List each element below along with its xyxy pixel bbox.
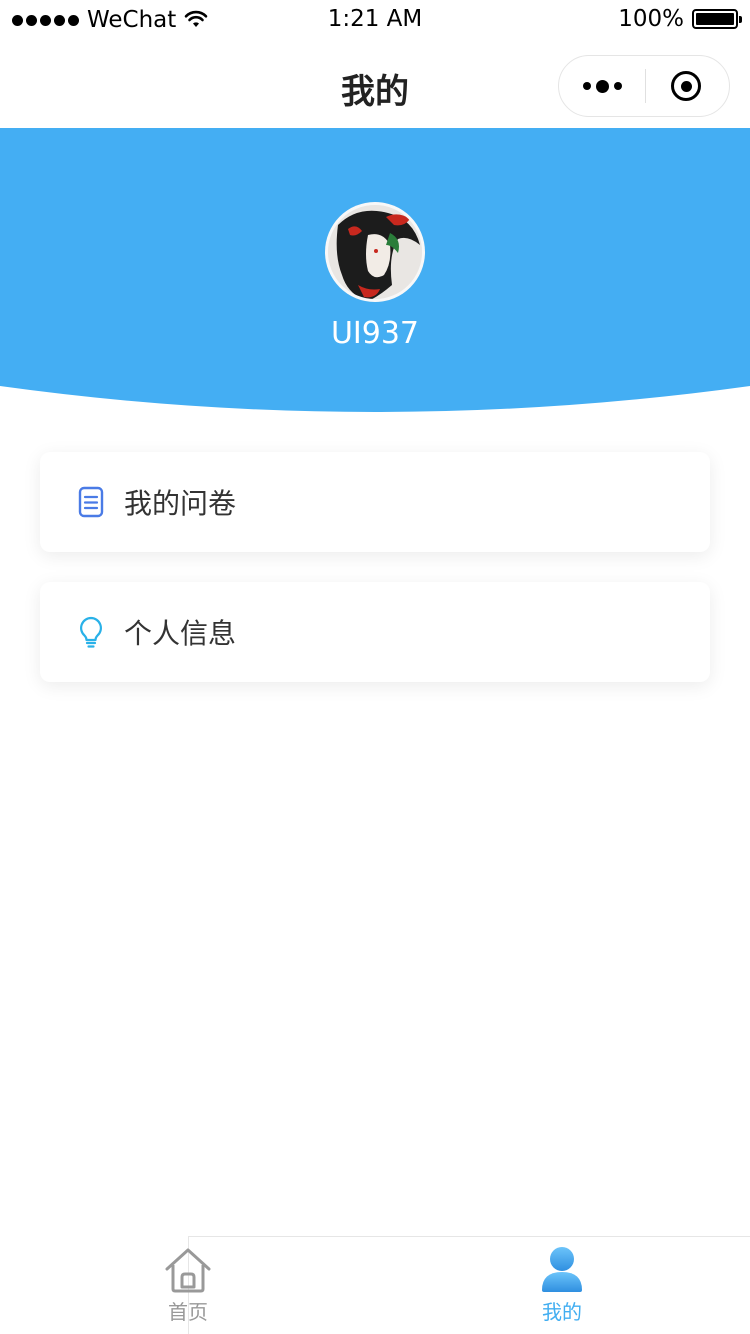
menu-item-my-questionnaires[interactable]: 我的问卷 [40, 452, 710, 552]
menu-item-label: 我的问卷 [124, 487, 237, 520]
close-miniprogram-button[interactable] [643, 56, 729, 116]
more-icon-dot [595, 79, 609, 93]
navigation-bar: 我的 [0, 40, 750, 128]
menu-item-personal-info[interactable]: 个人信息 [40, 582, 710, 682]
battery-percent: 100% [618, 6, 684, 32]
tab-label: 我的 [542, 1300, 582, 1324]
tab-home[interactable]: 首页 [138, 1246, 238, 1332]
menu-item-label: 个人信息 [124, 617, 237, 650]
tab-label: 首页 [168, 1300, 208, 1324]
home-icon [163, 1246, 213, 1294]
profile-header: UI937 [0, 128, 750, 418]
battery-icon [692, 9, 742, 29]
more-icon-dot [613, 82, 622, 90]
tab-mine[interactable]: 我的 [512, 1246, 612, 1332]
username: UI937 [330, 316, 420, 351]
user-icon [537, 1246, 587, 1294]
status-bar: WeChat 1:21 AM 100% [0, 0, 750, 40]
target-icon [671, 71, 701, 101]
page: WeChat 1:21 AM 100% 我的 UI937 我的问卷 个人信息 首… [0, 0, 750, 1334]
more-button[interactable] [559, 56, 645, 116]
miniprogram-capsule [558, 55, 730, 117]
tab-bar-divider [188, 1236, 750, 1237]
document-icon [78, 486, 104, 518]
lightbulb-icon [78, 616, 104, 648]
status-right: 100% [618, 6, 742, 32]
more-icon [582, 82, 591, 90]
tab-bar: 首页 我的 [0, 1236, 750, 1334]
avatar[interactable] [325, 202, 425, 302]
